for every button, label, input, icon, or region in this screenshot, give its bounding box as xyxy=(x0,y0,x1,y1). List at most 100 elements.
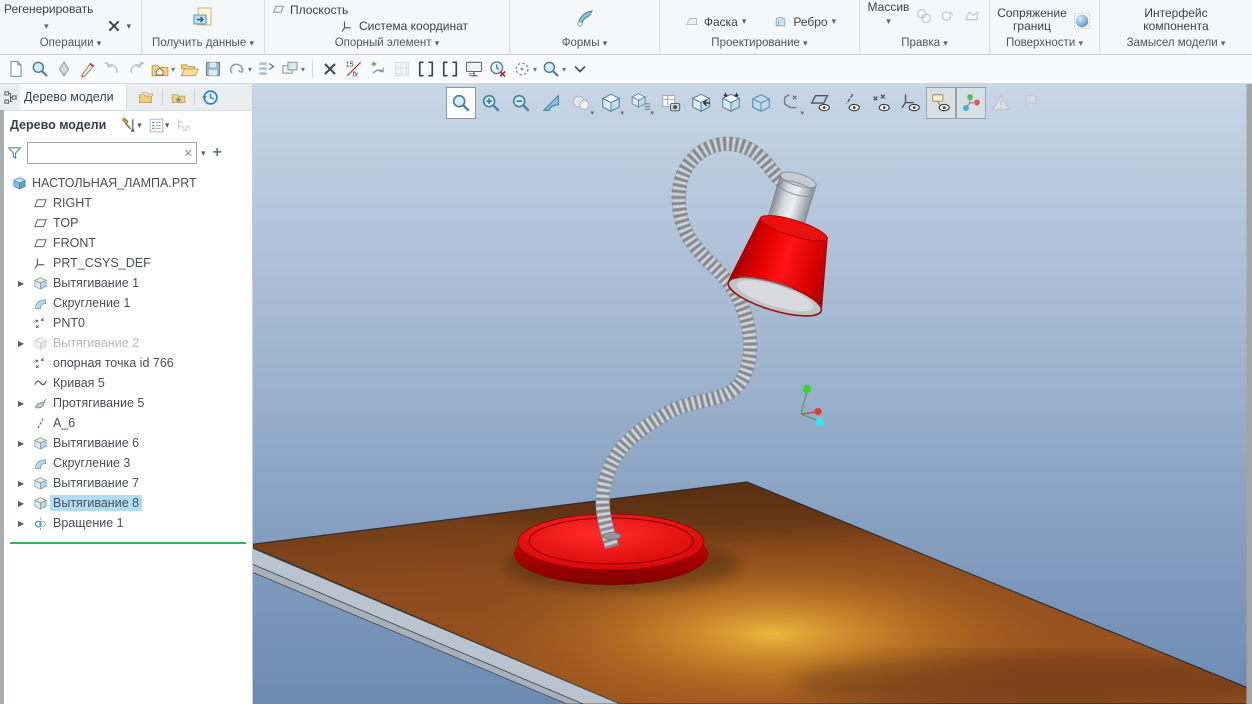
favorites-folder-icon[interactable] xyxy=(169,89,188,106)
expander-icon[interactable]: ▶ xyxy=(18,519,33,528)
search-clear-icon[interactable]: ✕ xyxy=(184,147,193,160)
dropdown-caret-icon[interactable]: ▾ xyxy=(171,65,175,74)
add-filter-button[interactable]: + xyxy=(210,145,225,161)
regenerate-button[interactable]: Регенерировать xyxy=(4,1,137,16)
display-settings-button[interactable] xyxy=(462,57,486,81)
group-label-engineering[interactable]: Проектирование ▾ xyxy=(660,35,859,54)
grid-button[interactable] xyxy=(390,57,414,81)
csys-button[interactable]: Система координат xyxy=(339,19,468,34)
saved-views-button[interactable]: ▾ xyxy=(626,87,656,119)
flag-button[interactable] xyxy=(1016,87,1046,119)
tree-tools-icon[interactable] xyxy=(120,117,137,134)
zoom-tool-button[interactable]: ▾ xyxy=(539,57,568,81)
find-button[interactable] xyxy=(28,57,52,81)
tree-search-input[interactable] xyxy=(31,144,175,162)
redo-button[interactable] xyxy=(124,57,148,81)
expander-icon[interactable]: ▶ xyxy=(18,479,33,488)
viewport-3d[interactable]: ▾ ▾ ▾ ▾ xyxy=(253,84,1252,704)
group-label-surfaces[interactable]: Поверхности ▾ xyxy=(990,35,1099,54)
group-label-datum[interactable]: Опорный элемент ▾ xyxy=(265,35,509,54)
group-label-get-data[interactable]: Получить данные ▾ xyxy=(142,35,264,54)
transparent-box-button[interactable] xyxy=(746,87,776,119)
tree-item[interactable]: Скругление 1 xyxy=(0,293,252,313)
tree-item[interactable]: ▶ Вращение 1 xyxy=(0,513,252,533)
selection-filter-button[interactable]: ▾ xyxy=(510,57,539,81)
tree-item[interactable]: ▶ Вытягивание 1 xyxy=(0,273,252,293)
component-interface-button[interactable]: Интерфейс компонента xyxy=(1143,4,1208,33)
delete-button[interactable]: ▾ xyxy=(106,18,131,34)
group-label-model-intent[interactable]: Замысел модели ▾ xyxy=(1100,35,1252,54)
zoom-out-button[interactable] xyxy=(506,87,536,119)
dropdown-caret-icon[interactable]: ▾ xyxy=(620,109,624,117)
regenerate-caret[interactable]: ▾ xyxy=(44,21,49,31)
search-options-caret[interactable]: ▾ xyxy=(201,148,206,158)
chamfer-button[interactable]: Фаска ▾ xyxy=(683,14,746,29)
render-style-button[interactable]: ▾ xyxy=(566,87,596,119)
boundary-blend-button[interactable]: Сопряжение границ xyxy=(997,4,1067,33)
spin-center-toggle-button[interactable] xyxy=(956,87,986,119)
group-label-operations[interactable]: Операции ▾ xyxy=(0,35,141,54)
parameters-button[interactable]: 15 fx xyxy=(342,57,366,81)
zoom-in-button[interactable] xyxy=(476,87,506,119)
datum-display-button[interactable]: ▾ xyxy=(776,87,806,119)
dropdown-caret-icon[interactable]: ▾ xyxy=(650,109,654,117)
axis-display-button[interactable] xyxy=(836,87,866,119)
import-data-icon[interactable] xyxy=(191,6,215,30)
regenerate-auto-button[interactable] xyxy=(366,57,390,81)
dropdown-caret-icon[interactable]: ▾ xyxy=(590,109,594,117)
tab-model-tree[interactable]: Дерево модели xyxy=(20,84,127,110)
tree-item[interactable]: PNT0 xyxy=(0,313,252,333)
plane-display-button[interactable] xyxy=(806,87,836,119)
tree-item[interactable]: ▶ Вытягивание 6 xyxy=(0,433,252,453)
tree-item[interactable]: ▶ Вытягивание 2 xyxy=(0,333,252,353)
history-icon[interactable] xyxy=(201,88,220,107)
geometry-checks-button[interactable] xyxy=(986,87,1016,119)
tree-item[interactable]: FRONT xyxy=(0,233,252,253)
view-capture-button[interactable] xyxy=(656,87,686,119)
pattern-caret[interactable]: ▾ xyxy=(886,17,891,26)
tree-item[interactable]: ▶ Вытягивание 7 xyxy=(0,473,252,493)
dropdown-caret-icon[interactable]: ▾ xyxy=(533,65,537,74)
view-normal-button[interactable] xyxy=(686,87,716,119)
tree-item[interactable]: ▶ Вытягивание 8 xyxy=(0,493,252,513)
undo-button[interactable] xyxy=(100,57,124,81)
model-tree-grid-icon[interactable] xyxy=(0,89,20,106)
reorient-button[interactable] xyxy=(716,87,746,119)
expander-icon[interactable]: ▶ xyxy=(18,499,33,508)
repaint-button[interactable] xyxy=(536,87,566,119)
dropdown-caret-icon[interactable]: ▾ xyxy=(562,65,566,74)
expander-icon[interactable]: ▶ xyxy=(18,279,33,288)
point-display-button[interactable] xyxy=(866,87,896,119)
group-label-edit[interactable]: Правка ▾ xyxy=(860,35,989,54)
brackets-2-button[interactable] xyxy=(438,57,462,81)
group-label-shapes[interactable]: Формы ▾ xyxy=(510,35,659,54)
sphere-icon[interactable] xyxy=(1072,11,1092,31)
close-window-button[interactable] xyxy=(318,57,342,81)
save-button[interactable] xyxy=(201,57,225,81)
folder-browser-icon[interactable] xyxy=(137,89,156,106)
regenerate-quick-button[interactable]: ▾ xyxy=(225,57,254,81)
dropdown-caret-icon[interactable]: ▾ xyxy=(301,65,305,74)
tree-item[interactable]: опорная точка id 766 xyxy=(0,353,252,373)
tree-item[interactable]: TOP xyxy=(0,213,252,233)
stop-process-button[interactable] xyxy=(486,57,510,81)
pattern-button[interactable]: Массив xyxy=(868,0,910,14)
plane-button[interactable]: Плоскость xyxy=(271,3,348,17)
tree-tools-caret[interactable]: ▾ xyxy=(137,120,142,130)
display-style-button[interactable]: ▾ xyxy=(596,87,626,119)
shapes-icon[interactable] xyxy=(572,6,598,30)
expander-icon[interactable]: ▶ xyxy=(18,439,33,448)
tree-filters-caret[interactable]: ▾ xyxy=(165,120,170,130)
annotation-display-button[interactable] xyxy=(926,87,956,119)
expander-icon[interactable]: ▶ xyxy=(18,339,33,348)
dropdown-caret-icon[interactable]: ▾ xyxy=(248,65,252,74)
zoom-fit-button[interactable] xyxy=(446,87,476,119)
insert-here-indicator[interactable] xyxy=(10,542,246,544)
filter-funnel-icon[interactable] xyxy=(6,145,23,162)
tree-item[interactable]: RIGHT xyxy=(0,193,252,213)
sketch-tool-button[interactable] xyxy=(76,57,100,81)
tree-item[interactable]: НАСТОЛЬНАЯ_ЛАМПА.PRT xyxy=(0,173,252,193)
rib-button[interactable]: Ребро ▾ xyxy=(772,14,836,29)
windows-button[interactable]: ▾ xyxy=(278,57,307,81)
tree-item[interactable]: Скругление 3 xyxy=(0,453,252,473)
